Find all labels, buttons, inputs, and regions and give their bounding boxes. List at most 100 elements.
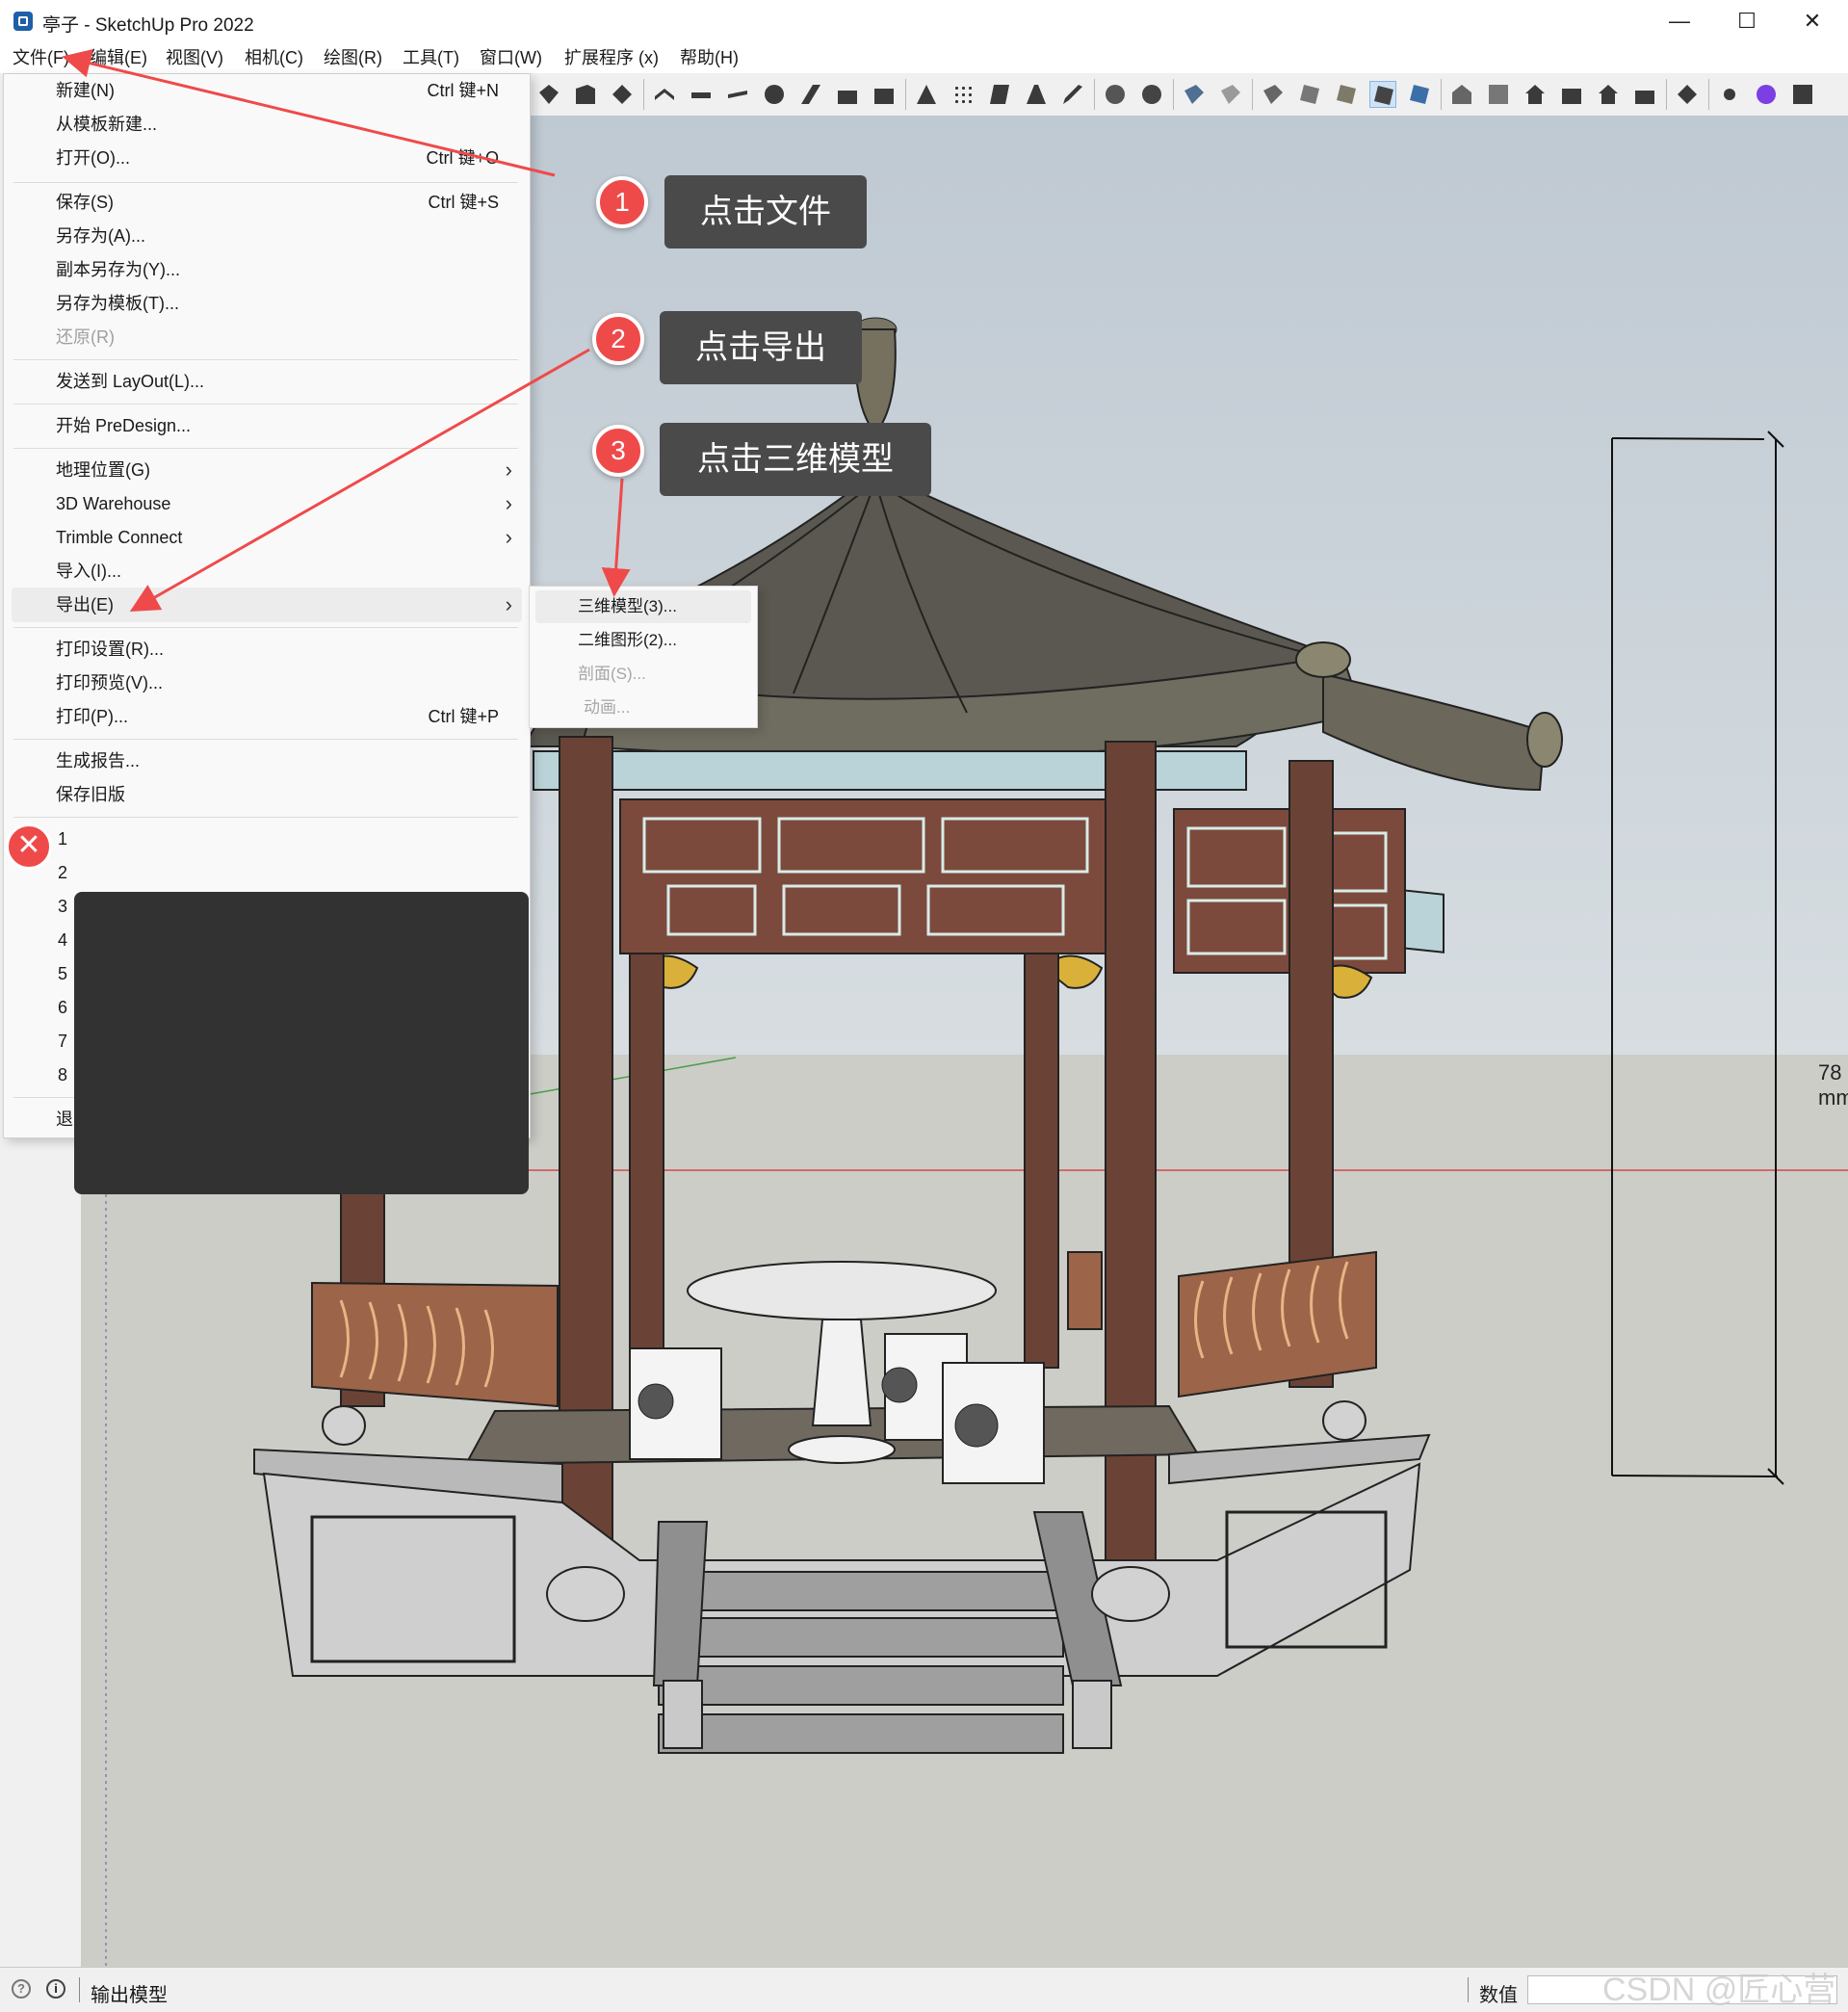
info-icon[interactable]: i <box>46 1979 65 1999</box>
toolbar-tool-3[interactable] <box>609 81 636 108</box>
toolbar-tool-28[interactable] <box>1558 81 1585 108</box>
menu-item-send-to-layout[interactable]: 发送到 LayOut(L)... <box>56 369 204 394</box>
shortcut-new: Ctrl 键+N <box>427 81 499 100</box>
toolbar-tool-15[interactable] <box>1059 81 1086 108</box>
shortcut-save: Ctrl 键+S <box>428 193 499 212</box>
annotation-callout-1: 点击文件 <box>664 175 867 248</box>
chevron-right-icon: › <box>505 592 512 616</box>
menu-item-import[interactable]: 导入(I)... <box>56 559 121 584</box>
menu-item-open[interactable]: 打开(O)... <box>56 145 130 170</box>
annotation-badge-2: 2 <box>592 313 644 365</box>
submenu-item-animation: 动画... <box>584 698 631 717</box>
recent-file-item[interactable]: 2 <box>58 860 67 885</box>
app-logo-icon <box>13 12 33 31</box>
title-bar: 亭子 - SketchUp Pro 2022 — ☐ ✕ <box>0 0 1848 42</box>
menu-item-predesign[interactable]: 开始 PreDesign... <box>56 413 191 438</box>
toolbar-tool-5[interactable] <box>688 81 715 108</box>
menu-item-print-preview[interactable]: 打印预览(V)... <box>56 670 163 695</box>
toolbar-tool-8[interactable] <box>797 81 824 108</box>
menu-view[interactable]: 视图(V) <box>166 46 223 69</box>
toolbar-tool-29[interactable] <box>1595 81 1622 108</box>
menu-item-generate-report[interactable]: 生成报告... <box>56 748 140 773</box>
toolbar-tool-14[interactable] <box>1023 81 1050 108</box>
toolbar-tool-22[interactable] <box>1333 81 1360 108</box>
toolbar-tool-23[interactable] <box>1369 81 1396 108</box>
toolbar-tool-9[interactable] <box>834 81 861 108</box>
shortcut-print: Ctrl 键+P <box>428 707 499 726</box>
menu-item-save-as-template[interactable]: 另存为模板(T)... <box>56 291 179 316</box>
toolbar-tool-18[interactable] <box>1181 81 1208 108</box>
recent-file-item[interactable]: 1 <box>58 826 67 851</box>
toolbar-tool-27[interactable] <box>1522 81 1549 108</box>
submenu-item-2d-graphic[interactable]: 二维图形(2)... <box>578 628 677 653</box>
toolbar-tool-32[interactable] <box>1716 81 1743 108</box>
menu-item-trimble-connect[interactable]: Trimble Connect <box>56 525 182 550</box>
recent-file-item[interactable]: 6 <box>58 995 67 1020</box>
recent-file-item[interactable]: 8 <box>58 1062 67 1087</box>
annotation-callout-3: 点击三维模型 <box>660 423 931 496</box>
maximize-button[interactable]: ☐ <box>1718 6 1776 37</box>
recent-file-item[interactable]: 4 <box>58 928 67 953</box>
menu-item-print[interactable]: 打印(P)... <box>56 704 128 729</box>
toolbar-tool-17[interactable] <box>1138 81 1165 108</box>
menu-tools[interactable]: 工具(T) <box>403 46 459 69</box>
toolbar-tool-34[interactable] <box>1789 81 1816 108</box>
recent-file-item[interactable]: 5 <box>58 961 67 986</box>
toolbar-tool-16[interactable] <box>1102 81 1129 108</box>
submenu-item-section: 剖面(S)... <box>578 665 646 683</box>
menu-item-save-legacy[interactable]: 保存旧版 <box>56 782 125 807</box>
dimension-label: 78 mm <box>1818 1060 1848 1110</box>
measurements-separator <box>1468 1977 1469 2002</box>
menu-item-geo-location[interactable]: 地理位置(G) <box>56 457 150 483</box>
toolbar-tool-13[interactable] <box>986 81 1013 108</box>
menu-item-save-copy-as[interactable]: 副本另存为(Y)... <box>56 257 180 282</box>
close-button[interactable]: ✕ <box>1783 6 1841 37</box>
submenu-item-3d-model[interactable]: 三维模型(3)... <box>578 594 677 619</box>
toolbar-tool-19[interactable] <box>1217 81 1244 108</box>
measurements-label: 数值 <box>1479 1985 1518 2006</box>
annotation-badge-3: 3 <box>592 425 644 477</box>
toolbar-tool-1[interactable] <box>535 81 562 108</box>
menu-window[interactable]: 窗口(W) <box>480 46 542 69</box>
geo-location-icon[interactable]: ? <box>12 1979 31 1999</box>
toolbar-tool-30[interactable] <box>1631 81 1658 108</box>
annotation-badge-1: 1 <box>596 176 648 228</box>
chevron-right-icon: › <box>505 491 512 515</box>
redaction-block <box>74 892 529 1194</box>
menu-item-save-as[interactable]: 另存为(A)... <box>56 223 145 248</box>
annotation-callout-2: 点击导出 <box>660 311 862 384</box>
toolbar-tool-11[interactable] <box>913 81 940 108</box>
toolbar-tool-6[interactable] <box>724 81 751 108</box>
toolbar-tool-20[interactable] <box>1260 81 1287 108</box>
menu-edit[interactable]: 编辑(E) <box>90 46 147 69</box>
toolbar-tool-33[interactable] <box>1753 81 1780 108</box>
toolbar-tool-25[interactable] <box>1448 81 1475 108</box>
menu-item-new[interactable]: 新建(N) <box>56 78 115 103</box>
toolbar-tool-24[interactable] <box>1406 81 1433 108</box>
recent-file-item[interactable]: 3 <box>58 894 67 919</box>
toolbar-tool-12[interactable] <box>950 81 976 108</box>
toolbar-tool-26[interactable] <box>1485 81 1512 108</box>
menu-file[interactable]: 文件(F) <box>13 46 69 69</box>
menu-item-save[interactable]: 保存(S) <box>56 190 114 215</box>
export-submenu: 三维模型(3)... 二维图形(2)... 剖面(S)... 动画... <box>529 586 758 728</box>
toolbar-tool-2[interactable] <box>572 81 599 108</box>
chevron-right-icon: › <box>505 457 512 482</box>
status-message: 输出模型 <box>91 1985 168 2006</box>
menu-extensions[interactable]: 扩展程序 (x) <box>564 46 659 69</box>
menu-item-export[interactable]: 导出(E) <box>56 592 114 617</box>
toolbar-tool-31[interactable] <box>1674 81 1701 108</box>
minimize-button[interactable]: — <box>1651 6 1708 37</box>
menu-help[interactable]: 帮助(H) <box>680 46 739 69</box>
menu-item-3d-warehouse[interactable]: 3D Warehouse <box>56 491 170 516</box>
menu-item-print-setup[interactable]: 打印设置(R)... <box>56 637 164 662</box>
menu-draw[interactable]: 绘图(R) <box>324 46 382 69</box>
toolbar-tool-4[interactable] <box>651 81 678 108</box>
recent-file-item[interactable]: 7 <box>58 1029 67 1054</box>
toolbar-tool-7[interactable] <box>761 81 788 108</box>
main-toolbar <box>528 73 1848 117</box>
toolbar-tool-21[interactable] <box>1296 81 1323 108</box>
menu-item-new-from-template[interactable]: 从模板新建... <box>56 112 157 137</box>
toolbar-tool-10[interactable] <box>871 81 898 108</box>
menu-camera[interactable]: 相机(C) <box>245 46 303 69</box>
